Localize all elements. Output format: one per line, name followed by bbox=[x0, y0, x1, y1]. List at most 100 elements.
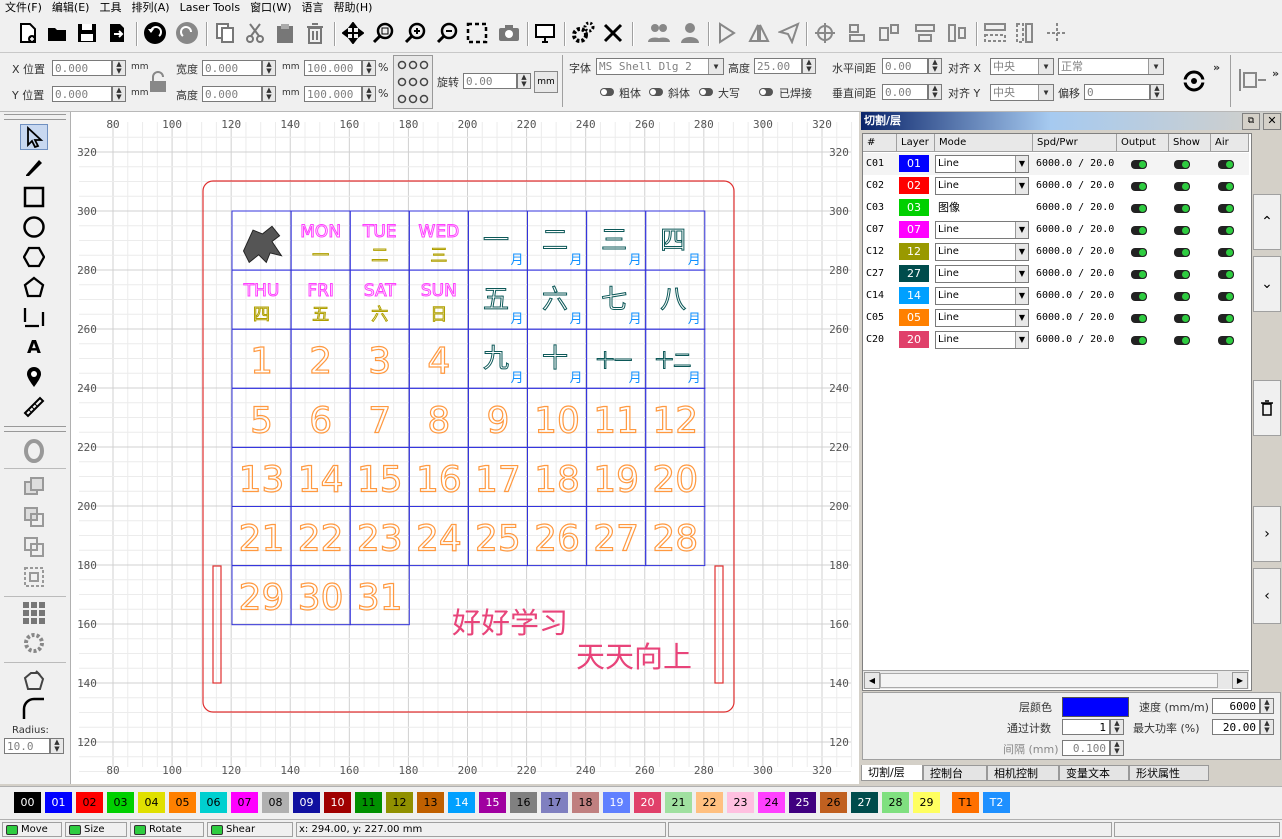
menu-item-3[interactable]: 排列(A) bbox=[126, 0, 174, 16]
layer-row[interactable]: C01 01 Line ▼ 6000.0 / 20.0 bbox=[863, 153, 1249, 175]
palette-color-03[interactable]: 03 bbox=[107, 792, 134, 813]
menu-item-6[interactable]: 语言 bbox=[297, 0, 329, 16]
show-toggle[interactable] bbox=[1174, 182, 1190, 191]
palette-color-08[interactable]: 08 bbox=[262, 792, 289, 813]
palette-color-09[interactable]: 09 bbox=[293, 792, 320, 813]
menu-item-7[interactable]: 帮助(H) bbox=[329, 0, 378, 16]
palette-color-26[interactable]: 26 bbox=[820, 792, 847, 813]
scroll-left-icon[interactable]: ◀ bbox=[864, 672, 880, 689]
layer-up-button[interactable]: ⌃ bbox=[1253, 194, 1281, 250]
output-toggle[interactable] bbox=[1131, 160, 1147, 169]
layer-header-5[interactable]: Show bbox=[1169, 134, 1211, 152]
layer-row[interactable]: C14 14 Line ▼ 6000.0 / 20.0 bbox=[863, 285, 1249, 307]
open-folder-icon[interactable] bbox=[44, 20, 70, 46]
output-toggle[interactable] bbox=[1131, 226, 1147, 235]
zoom-in-icon[interactable] bbox=[402, 20, 428, 46]
palette-color-02[interactable]: 02 bbox=[76, 792, 103, 813]
status-move[interactable]: Move bbox=[2, 822, 62, 837]
air-toggle[interactable] bbox=[1218, 204, 1234, 213]
cut-icon[interactable] bbox=[242, 20, 268, 46]
layer-mode-select[interactable]: Line ▼ bbox=[935, 309, 1029, 327]
palette-color-20[interactable]: 20 bbox=[634, 792, 661, 813]
radius-spinner[interactable]: ▲ ▼ bbox=[50, 738, 64, 754]
layer-header-3[interactable]: Spd/Pwr bbox=[1033, 134, 1117, 152]
palette-color-06[interactable]: 06 bbox=[200, 792, 227, 813]
canvas-svg[interactable]: 8080100100120120140140160160180180200200… bbox=[71, 112, 859, 784]
output-toggle[interactable] bbox=[1131, 292, 1147, 301]
distribute-icon[interactable] bbox=[982, 20, 1008, 46]
subtract-icon[interactable] bbox=[20, 504, 48, 530]
more-chevron-icon[interactable]: » bbox=[1213, 61, 1220, 74]
palette-color-04[interactable]: 04 bbox=[138, 792, 165, 813]
x-pos-spinner[interactable]: ▲ ▼ bbox=[112, 60, 126, 76]
group-icon[interactable] bbox=[646, 20, 672, 46]
layer-row[interactable]: C03 03 图像 6000.0 / 20.0 bbox=[863, 197, 1249, 219]
offset-spinner[interactable]: ▲ ▼ bbox=[1150, 84, 1164, 100]
show-toggle[interactable] bbox=[1174, 292, 1190, 301]
uppercase-toggle[interactable] bbox=[699, 88, 713, 96]
speed-input[interactable]: 6000 bbox=[1212, 698, 1260, 714]
monitor-icon[interactable] bbox=[532, 20, 558, 46]
layer-row[interactable]: C02 02 Line ▼ 6000.0 / 20.0 bbox=[863, 175, 1249, 197]
tab-1[interactable]: 控制台 bbox=[923, 765, 987, 781]
font-height-input[interactable]: 25.00 bbox=[754, 58, 802, 74]
layer-color-chip[interactable]: 01 bbox=[899, 155, 929, 172]
layer-header-4[interactable]: Output bbox=[1117, 134, 1169, 152]
design-canvas[interactable]: 80 80 100 100 120 120 140 140 160 160 180 180 200 200… bbox=[71, 112, 859, 784]
interval-input[interactable]: 0.100 bbox=[1062, 740, 1110, 756]
palette-color-01[interactable]: 01 bbox=[45, 792, 72, 813]
layer-right-button[interactable]: › bbox=[1253, 506, 1281, 562]
palette-color-10[interactable]: 10 bbox=[324, 792, 351, 813]
new-file-icon[interactable] bbox=[14, 20, 40, 46]
tab-2[interactable]: 相机控制 bbox=[987, 765, 1059, 781]
tab-4[interactable]: 形状属性 bbox=[1129, 765, 1209, 781]
palette-color-25[interactable]: 25 bbox=[789, 792, 816, 813]
grid-array-icon[interactable] bbox=[20, 600, 48, 626]
offset-tool-icon[interactable] bbox=[20, 438, 48, 464]
bracket-tool-icon[interactable] bbox=[20, 304, 48, 330]
layer-color-chip[interactable]: 02 bbox=[899, 177, 929, 194]
target-icon[interactable] bbox=[812, 20, 838, 46]
passes-input[interactable]: 1 bbox=[1062, 719, 1110, 735]
delete-icon[interactable] bbox=[302, 20, 328, 46]
height-input[interactable]: 0.000 bbox=[202, 86, 262, 102]
tools-icon[interactable] bbox=[600, 20, 626, 46]
palette-color-16[interactable]: 16 bbox=[510, 792, 537, 813]
palette-color-27[interactable]: 27 bbox=[851, 792, 878, 813]
show-toggle[interactable] bbox=[1174, 314, 1190, 323]
air-toggle[interactable] bbox=[1218, 248, 1234, 257]
panel-restore-button[interactable]: ⧉ bbox=[1242, 113, 1260, 130]
font-height-spinner[interactable]: ▲ ▼ bbox=[802, 58, 816, 74]
show-toggle[interactable] bbox=[1174, 226, 1190, 235]
layer-row[interactable]: C05 05 Line ▼ 6000.0 / 20.0 bbox=[863, 307, 1249, 329]
pen-tool-icon[interactable] bbox=[20, 154, 48, 180]
air-toggle[interactable] bbox=[1218, 226, 1234, 235]
location-tool-icon[interactable] bbox=[20, 364, 48, 390]
layer-color-chip[interactable]: 20 bbox=[899, 331, 929, 348]
status-rotate[interactable]: Rotate bbox=[130, 822, 204, 837]
menu-item-2[interactable]: 工具 bbox=[94, 0, 126, 16]
layer-color-chip[interactable]: 12 bbox=[899, 243, 929, 260]
flip-icon[interactable] bbox=[714, 20, 740, 46]
speed-spinner[interactable]: ▲ ▼ bbox=[1260, 698, 1274, 714]
palette-color-11[interactable]: 11 bbox=[355, 792, 382, 813]
air-toggle[interactable] bbox=[1218, 314, 1234, 323]
palette-color-15[interactable]: 15 bbox=[479, 792, 506, 813]
intersect-icon[interactable] bbox=[20, 534, 48, 560]
layer-mode-select[interactable]: Line ▼ bbox=[935, 243, 1029, 261]
lock-icon[interactable] bbox=[148, 71, 168, 96]
pentagon-tool-icon[interactable] bbox=[20, 274, 48, 300]
show-toggle[interactable] bbox=[1174, 336, 1190, 345]
palette-color-12[interactable]: 12 bbox=[386, 792, 413, 813]
redo-icon[interactable] bbox=[174, 20, 200, 46]
palette-color-22[interactable]: 22 bbox=[696, 792, 723, 813]
palette-color-07[interactable]: 07 bbox=[231, 792, 258, 813]
align-vertical-icon[interactable] bbox=[912, 20, 938, 46]
welded-toggle[interactable] bbox=[759, 88, 773, 96]
zoom-selection-icon[interactable] bbox=[464, 20, 490, 46]
anchor-grid[interactable] bbox=[393, 55, 433, 109]
scale-y-spinner[interactable]: ▲ ▼ bbox=[362, 86, 376, 102]
palette-color-13[interactable]: 13 bbox=[417, 792, 444, 813]
scale-x-spinner[interactable]: ▲ ▼ bbox=[362, 60, 376, 76]
menu-item-0[interactable]: 文件(F) bbox=[0, 0, 47, 16]
